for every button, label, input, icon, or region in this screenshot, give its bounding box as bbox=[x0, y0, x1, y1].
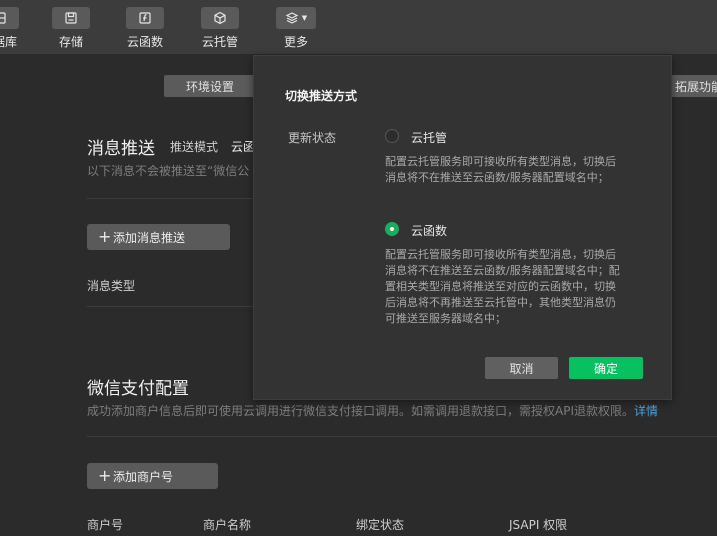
toolbar-cloud-hosting[interactable]: 云托管 bbox=[201, 7, 239, 51]
add-message-push-label: 添加消息推送 bbox=[113, 230, 186, 245]
plus-icon: + bbox=[98, 227, 112, 246]
divider bbox=[87, 198, 253, 199]
cloud-function-icon[interactable] bbox=[126, 7, 164, 29]
radio-cloud-hosting[interactable] bbox=[385, 129, 399, 143]
message-push-desc: 以下消息不会被推送至“微信公 bbox=[87, 164, 250, 178]
extensions-button[interactable]: 拓展功能 bbox=[670, 75, 717, 97]
toolbar-more-label: 更多 bbox=[283, 35, 308, 49]
wxpay-title: 微信支付配置 bbox=[87, 379, 189, 399]
col-merchant-id: 商户号 bbox=[87, 518, 124, 532]
toolbar-cloud-function[interactable]: 云函数 bbox=[126, 7, 164, 51]
database-icon[interactable] bbox=[0, 7, 19, 29]
toolbar-storage[interactable]: 存储 bbox=[52, 7, 90, 51]
radio-cloud-function[interactable] bbox=[385, 222, 399, 236]
wxpay-details-link[interactable]: 详情 bbox=[634, 404, 658, 418]
add-message-push-button[interactable]: + 添加消息推送 bbox=[87, 224, 230, 250]
cloud-hosting-icon[interactable] bbox=[201, 7, 239, 29]
plus-icon: + bbox=[98, 466, 112, 485]
toolbar-database-label: 据库 bbox=[0, 35, 17, 49]
wxpay-desc-text: 成功添加商户信息后即可使用云调用进行微信支付接口调用。如需调用退款接口，需授权A… bbox=[87, 404, 634, 418]
cancel-button[interactable]: 取消 bbox=[485, 357, 558, 379]
add-merchant-button[interactable]: + 添加商户号 bbox=[87, 463, 218, 489]
toolbar-more[interactable]: ▼ 更多 bbox=[276, 7, 316, 51]
col-message-type: 消息类型 bbox=[87, 279, 136, 293]
divider bbox=[87, 436, 717, 437]
layers-icon bbox=[285, 12, 299, 24]
push-mode-value: 云函 bbox=[231, 140, 256, 154]
switch-push-mode-dialog: 切换推送方式 更新状态 云托管 配置云托管服务即可接收所有类型消息，切换后 消息… bbox=[253, 55, 672, 400]
option-cloud-function-desc: 配置云托管服务即可接收所有类型消息，切换后 消息将不在推送至云函数/服务器配置域… bbox=[385, 247, 650, 327]
toolbar-cloud-function-label: 云函数 bbox=[126, 35, 163, 49]
option-cloud-hosting-label[interactable]: 云托管 bbox=[411, 129, 447, 146]
desc-line: 配置云托管服务即可接收所有类型消息，切换后 bbox=[385, 248, 616, 261]
divider bbox=[87, 306, 253, 307]
desc-line: 可推送至服务器域名中； bbox=[385, 312, 506, 325]
wxpay-desc: 成功添加商户信息后即可使用云调用进行微信支付接口调用。如需调用退款接口，需授权A… bbox=[87, 402, 658, 419]
more-dropdown-button[interactable]: ▼ bbox=[276, 7, 316, 29]
desc-line: 置相关类型消息将推送至对应的云函数中，切换 bbox=[385, 280, 616, 293]
storage-icon[interactable] bbox=[52, 7, 90, 29]
confirm-button[interactable]: 确定 bbox=[569, 357, 643, 379]
toolbar-cloud-hosting-label: 云托管 bbox=[201, 35, 238, 49]
desc-line: 配置云托管服务即可接收所有类型消息，切换后 bbox=[385, 155, 616, 168]
toolbar-storage-label: 存储 bbox=[58, 35, 83, 49]
desc-line: 后消息将不再推送至云托管中，其他类型消息仍 bbox=[385, 296, 616, 309]
chevron-down-icon: ▼ bbox=[301, 14, 308, 22]
toolbar-database[interactable]: 据库 bbox=[0, 7, 19, 51]
message-push-title: 消息推送 bbox=[87, 139, 155, 159]
dialog-title: 切换推送方式 bbox=[285, 89, 358, 103]
desc-line: 消息将不在推送至云函数/服务器配置域名中； bbox=[385, 171, 609, 184]
app-root: 据库 存储 云函数 云托管 ▼ 更多 bbox=[0, 0, 717, 536]
push-mode-label: 推送模式 bbox=[170, 140, 219, 154]
add-merchant-label: 添加商户号 bbox=[113, 469, 174, 484]
col-merchant-name: 商户名称 bbox=[203, 518, 252, 532]
option-cloud-hosting-desc: 配置云托管服务即可接收所有类型消息，切换后 消息将不在推送至云函数/服务器配置域… bbox=[385, 154, 650, 186]
env-settings-button[interactable]: 环境设置 bbox=[164, 75, 256, 97]
desc-line: 消息将不在推送至云函数/服务器配置域名中；配 bbox=[385, 264, 620, 277]
toolbar: 据库 存储 云函数 云托管 ▼ 更多 bbox=[0, 0, 717, 55]
option-cloud-function-label[interactable]: 云函数 bbox=[411, 222, 447, 239]
update-status-label: 更新状态 bbox=[288, 131, 337, 145]
col-jsapi-permission: JSAPI 权限 bbox=[509, 518, 568, 532]
col-bind-status: 绑定状态 bbox=[356, 518, 405, 532]
